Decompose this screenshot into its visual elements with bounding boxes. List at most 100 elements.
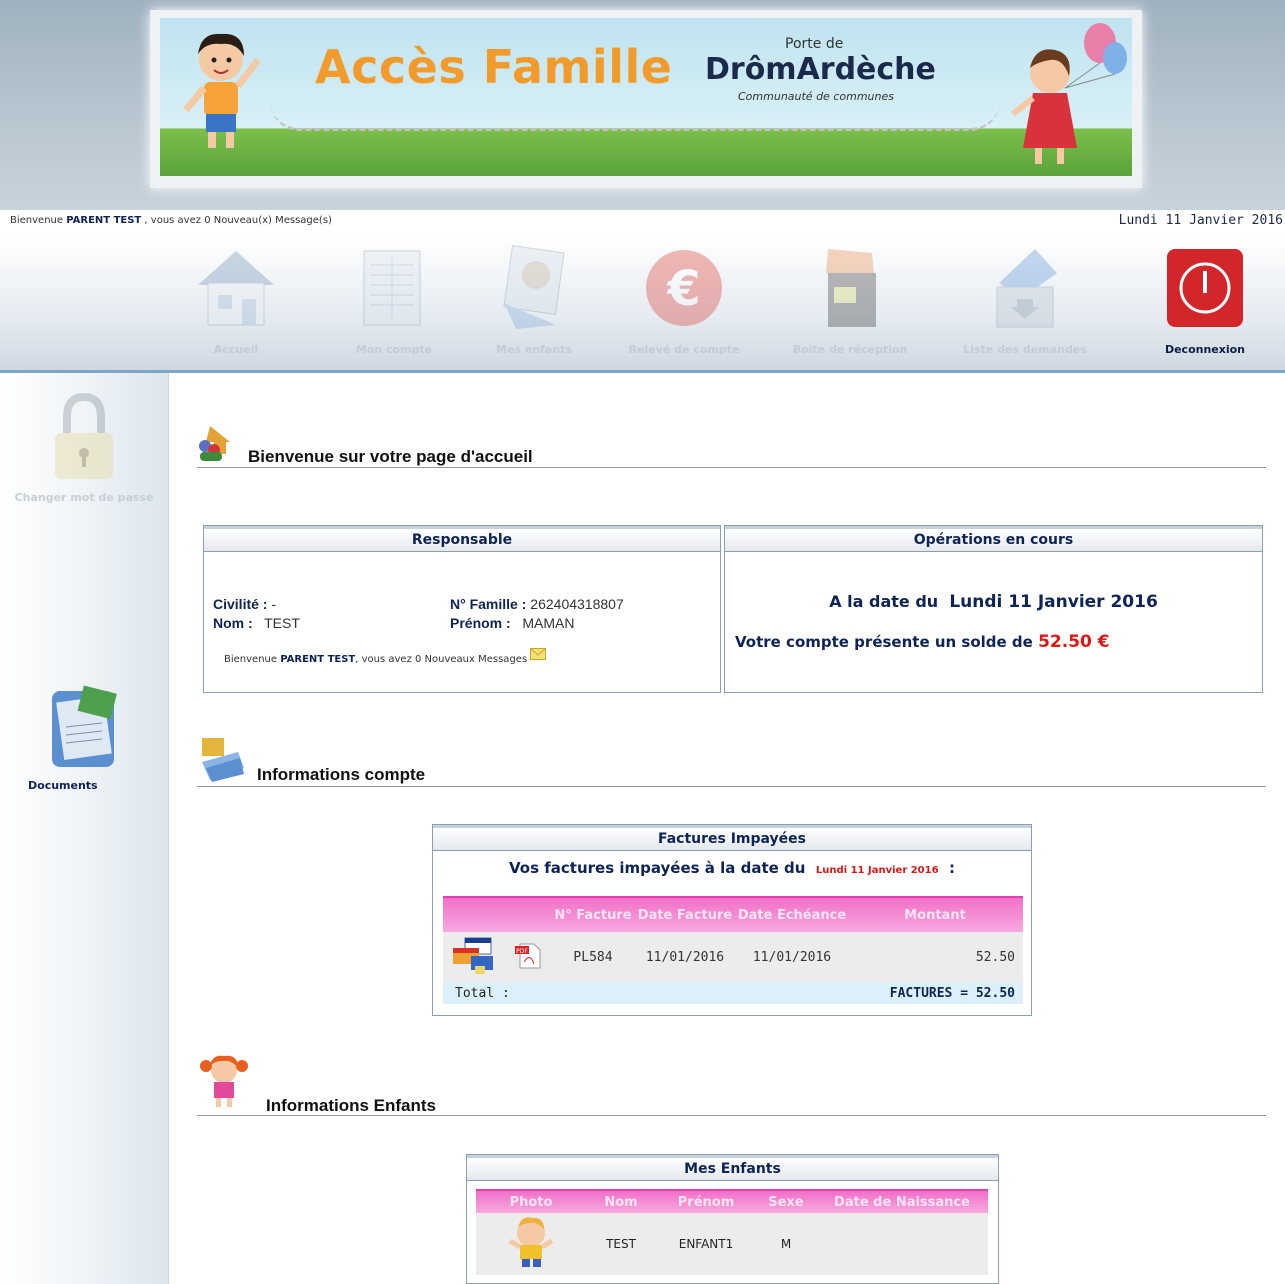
children-photo-icon (503, 245, 565, 329)
factures-intro: Vos factures impayées à la date du Lundi… (433, 859, 1031, 877)
child-prenom: ENFANT1 (678, 1237, 734, 1251)
solde-prefix: Votre compte présente un solde de (735, 633, 1033, 651)
nav-label: Mes enfants (496, 343, 572, 356)
banner-title: Accès Famille (315, 40, 673, 94)
total-value: FACTURES = 52.50 (889, 985, 1015, 1001)
factures-total-row: Total : FACTURES = 52.50 (443, 982, 1023, 1004)
factures-intro-date: Lundi 11 Janvier 2016 (815, 865, 939, 876)
nav-liste-demandes[interactable]: Liste des demandes (955, 243, 1095, 356)
child-sexe: M (780, 1237, 792, 1251)
famille-row: N° Famille : 262404318807 (450, 596, 624, 612)
nav-deconnexion[interactable]: Deconnexion (1135, 243, 1275, 356)
house-icon (198, 251, 274, 326)
current-date: Lundi 11 Janvier 2016 (1118, 213, 1283, 228)
col-photo: Photo (509, 1194, 553, 1210)
home-divider (197, 467, 1266, 468)
prenom-value: MAMAN (522, 615, 575, 631)
operations-panel: Opérations en cours A la date du Lundi 1… (724, 525, 1263, 693)
nav-mon-compte[interactable]: Mon compte (324, 243, 464, 356)
pdf-icon[interactable]: PDF (503, 940, 553, 974)
nav-boite-reception[interactable]: Boite de réception (780, 243, 920, 356)
compte-divider (197, 786, 1266, 787)
envelope-icon[interactable] (530, 648, 547, 660)
nav-label: Deconnexion (1164, 343, 1246, 356)
account-info-icon (202, 738, 244, 782)
nav-label: Relevé de compte (628, 343, 740, 356)
child-nom: TEST (606, 1237, 636, 1251)
brand-tagline: Porte de (785, 36, 844, 52)
nom-value: TEST (264, 615, 300, 631)
solde-line: Votre compte présente un solde de 52.50 … (735, 632, 1110, 652)
brand-subtitle: Communauté de communes (738, 90, 894, 103)
solde-amount: 52.50 € (1038, 632, 1110, 652)
inbox-icon (826, 249, 876, 327)
prenom-label: Prénom : (450, 615, 511, 631)
girl-balloons-illustration (1011, 23, 1127, 164)
welcome-mid: , vous avez (141, 215, 205, 226)
factures-table: N° Facture Date Facture Date Echéance Mo… (443, 896, 1023, 1004)
nav-label: Mon compte (355, 343, 433, 356)
enfant-row: TEST ENFANT1 M (476, 1213, 988, 1275)
facture-echeance: 11/01/2016 (752, 949, 832, 965)
nav-label: Boite de réception (792, 343, 908, 356)
prenom-row: Prénom : MAMAN (450, 615, 574, 631)
svg-text:€: € (666, 261, 700, 317)
welcome-prefix: Bienvenue (224, 654, 281, 665)
facture-montant: 52.50 (975, 949, 1015, 965)
col-num-facture: N° Facture (554, 907, 632, 923)
account-sheet-icon (363, 250, 421, 326)
total-label: Total : (455, 985, 510, 1001)
brand-logo-text: DrômArdèche (705, 52, 936, 87)
responsable-welcome: Bienvenue PARENT TEST, vous avez 0 Nouve… (224, 648, 547, 665)
factures-table-header: N° Facture Date Facture Date Echéance Mo… (443, 896, 1023, 932)
facture-date: 11/01/2016 (645, 949, 725, 965)
col-sexe: Sexe (768, 1194, 804, 1210)
euro-icon: € (646, 250, 722, 326)
operations-header: Opérations en cours (725, 526, 1262, 552)
svg-text:PDF: PDF (516, 948, 528, 955)
enfants-table: Photo Nom Prénom Sexe Date de Naissance … (476, 1189, 988, 1275)
messages-link[interactable]: 0 Nouveau(x) Message(s) (204, 215, 332, 226)
col-nom: Nom (604, 1194, 638, 1210)
welcome-prefix: Bienvenue (10, 215, 67, 226)
col-naissance: Date de Naissance (834, 1194, 970, 1210)
nom-label: Nom : (213, 615, 253, 631)
sidebar-item-change-password[interactable]: Changer mot de passe (0, 391, 168, 504)
banner: Accès Famille Porte de DrômArdèche Commu… (160, 18, 1132, 176)
col-date-facture: Date Facture (637, 907, 733, 923)
sidebar-label-documents: Documents (28, 779, 98, 792)
operations-date-line: A la date du Lundi 11 Janvier 2016 (725, 592, 1262, 612)
factures-intro-prefix: Vos factures impayées à la date du (508, 859, 806, 877)
padlock-icon (55, 392, 113, 479)
nav-releve-compte[interactable]: € Relevé de compte (614, 243, 754, 356)
responsable-header: Responsable (204, 526, 720, 552)
civilite-row: Civilité : - (213, 596, 276, 612)
famille-value: 262404318807 (530, 596, 624, 612)
documents-icon (52, 685, 117, 767)
nav-label: Liste des demandes (963, 343, 1087, 356)
operations-date: Lundi 11 Janvier 2016 (949, 592, 1158, 612)
home-title: Bienvenue sur votre page d'accueil (248, 447, 533, 466)
messages-link[interactable]: 0 Nouveaux Messages (415, 654, 527, 665)
facture-number: PL584 (573, 949, 613, 965)
pay-cards-icon[interactable] (443, 936, 503, 978)
welcome-line: Bienvenue PARENT TEST , vous avez 0 Nouv… (10, 215, 332, 226)
child-photo-icon (476, 1215, 586, 1274)
nav-mes-enfants[interactable]: Mes enfants (464, 243, 604, 356)
responsable-panel: Responsable Civilité : - Nom : TEST N° F… (203, 525, 721, 693)
civilite-value: - (271, 596, 277, 612)
main-navbar: Accueil Mon compte Mes enfants € Relevé … (0, 235, 1285, 373)
famille-label: N° Famille : (450, 596, 527, 612)
nom-row: Nom : TEST (213, 615, 300, 631)
user-name: PARENT TEST (66, 215, 142, 226)
sidebar-item-documents[interactable]: Documents (0, 683, 168, 792)
civilite-label: Civilité : (213, 596, 268, 612)
facture-row: PDF PL584 11/01/2016 11/01/2016 52.50 (443, 932, 1023, 982)
col-prenom: Prénom (677, 1194, 735, 1210)
factures-header: Factures Impayées (433, 825, 1031, 851)
nav-accueil[interactable]: Accueil (166, 243, 306, 356)
enfants-header: Mes Enfants (467, 1155, 998, 1181)
nav-label: Accueil (213, 343, 259, 356)
welcome-mid: , vous avez (355, 654, 415, 665)
factures-intro-suffix: : (949, 859, 956, 877)
